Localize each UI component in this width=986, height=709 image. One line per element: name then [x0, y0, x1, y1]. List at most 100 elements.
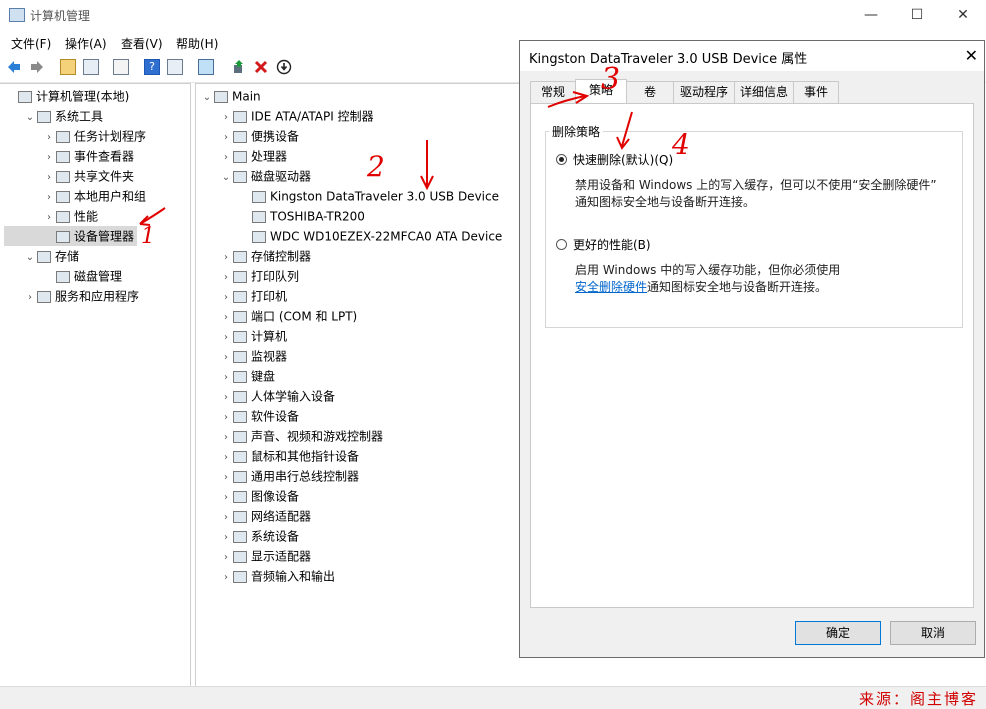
help-icon[interactable]: ?: [144, 59, 160, 75]
console-tree-item[interactable]: 计算机管理(本地): [4, 86, 188, 106]
action-pane-icon[interactable]: [167, 59, 183, 75]
update-driver-icon[interactable]: [231, 59, 247, 75]
device-tree-item[interactable]: › 计算机: [200, 326, 520, 346]
device-tree-item[interactable]: ⌄ Main: [200, 86, 520, 106]
expand-chevron-icon[interactable]: ›: [219, 568, 233, 588]
expand-chevron-icon[interactable]: ›: [219, 288, 233, 308]
better-performance-label[interactable]: 更好的性能(B): [573, 236, 651, 253]
device-tree-item[interactable]: › 处理器: [200, 146, 520, 166]
quick-removal-label[interactable]: 快速删除(默认)(Q): [573, 151, 673, 168]
console-tree-item[interactable]: › 共享文件夹: [4, 166, 188, 186]
dialog-close-button[interactable]: ✕: [965, 46, 978, 65]
device-tree-item[interactable]: TOSHIBA-TR200: [200, 206, 520, 226]
show-hide-tree-icon[interactable]: [83, 59, 99, 75]
properties-icon[interactable]: [113, 59, 129, 75]
scan-hardware-icon[interactable]: [198, 59, 214, 75]
device-tree-item[interactable]: › 监视器: [200, 346, 520, 366]
device-tree-item[interactable]: › 打印机: [200, 286, 520, 306]
expand-chevron-icon[interactable]: ›: [23, 288, 37, 308]
maximize-button[interactable]: ☐: [894, 0, 940, 30]
menu-help[interactable]: 帮助(H): [176, 35, 218, 52]
tab-volumes[interactable]: 卷: [626, 81, 674, 103]
expand-chevron-icon[interactable]: ›: [42, 148, 56, 168]
expand-chevron-icon[interactable]: ›: [219, 508, 233, 528]
collapse-chevron-icon[interactable]: ⌄: [200, 88, 214, 108]
console-tree-item[interactable]: 设备管理器: [4, 226, 138, 246]
console-tree-item[interactable]: ⌄ 存储: [4, 246, 188, 266]
device-tree-item[interactable]: › 打印队列: [200, 266, 520, 286]
back-arrow-icon[interactable]: [6, 59, 22, 75]
expand-chevron-icon[interactable]: ›: [42, 208, 56, 228]
better-performance-radio[interactable]: [556, 239, 567, 250]
device-tree-item[interactable]: › 音频输入和输出: [200, 566, 520, 586]
expand-chevron-icon[interactable]: ›: [219, 148, 233, 168]
expand-chevron-icon[interactable]: ›: [219, 248, 233, 268]
expand-chevron-icon[interactable]: ›: [219, 488, 233, 508]
cancel-button[interactable]: 取消: [890, 621, 976, 645]
device-tree-item[interactable]: › 声音、视频和游戏控制器: [200, 426, 520, 446]
menu-file[interactable]: 文件(F): [11, 35, 51, 52]
safely-remove-hardware-link[interactable]: 安全删除硬件: [575, 280, 647, 294]
console-tree-item[interactable]: › 性能: [4, 206, 188, 226]
expand-chevron-icon[interactable]: ›: [219, 328, 233, 348]
device-category-icon: [56, 270, 70, 283]
forward-arrow-icon[interactable]: [29, 59, 45, 75]
device-tree-item[interactable]: › IDE ATA/ATAPI 控制器: [200, 106, 520, 126]
device-tree-item[interactable]: Kingston DataTraveler 3.0 USB Device: [200, 186, 520, 206]
expand-chevron-icon[interactable]: ›: [219, 528, 233, 548]
quick-removal-radio[interactable]: [556, 154, 567, 165]
device-tree-item[interactable]: › 存储控制器: [200, 246, 520, 266]
minimize-button[interactable]: —: [848, 0, 894, 30]
expand-chevron-icon[interactable]: ›: [219, 408, 233, 428]
console-tree-item[interactable]: › 事件查看器: [4, 146, 188, 166]
expand-chevron-icon[interactable]: ›: [219, 448, 233, 468]
tab-driver[interactable]: 驱动程序: [673, 81, 735, 103]
expand-chevron-icon[interactable]: ›: [219, 548, 233, 568]
ok-button[interactable]: 确定: [795, 621, 881, 645]
collapse-chevron-icon[interactable]: ⌄: [219, 168, 233, 188]
device-tree-item[interactable]: › 通用串行总线控制器: [200, 466, 520, 486]
up-folder-icon[interactable]: [60, 59, 76, 75]
expand-chevron-icon[interactable]: ›: [219, 348, 233, 368]
close-button[interactable]: ✕: [940, 0, 986, 30]
expand-chevron-icon[interactable]: ›: [42, 188, 56, 208]
device-tree-item[interactable]: ⌄ 磁盘驱动器: [200, 166, 520, 186]
console-tree-label: 计算机管理(本地): [36, 89, 130, 104]
collapse-chevron-icon[interactable]: ⌄: [23, 108, 37, 128]
expand-chevron-icon[interactable]: ›: [219, 428, 233, 448]
status-bar: [0, 686, 986, 709]
tab-events[interactable]: 事件: [793, 81, 839, 103]
menu-action[interactable]: 操作(A): [65, 35, 107, 52]
expand-chevron-icon[interactable]: ›: [219, 108, 233, 128]
uninstall-x-icon[interactable]: [253, 59, 269, 75]
menu-view[interactable]: 查看(V): [121, 35, 163, 52]
device-tree-item[interactable]: WDC WD10EZEX-22MFCA0 ATA Device: [200, 226, 520, 246]
expand-chevron-icon[interactable]: ›: [219, 268, 233, 288]
device-tree-item[interactable]: › 图像设备: [200, 486, 520, 506]
console-tree-item[interactable]: › 本地用户和组: [4, 186, 188, 206]
console-tree-item[interactable]: 磁盘管理: [4, 266, 188, 286]
console-tree-item[interactable]: ⌄ 系统工具: [4, 106, 188, 126]
expand-chevron-icon[interactable]: ›: [42, 168, 56, 188]
collapse-chevron-icon[interactable]: ⌄: [23, 248, 37, 268]
tab-general[interactable]: 常规: [530, 81, 576, 103]
device-tree-item[interactable]: › 键盘: [200, 366, 520, 386]
expand-chevron-icon[interactable]: ›: [219, 128, 233, 148]
console-tree-item[interactable]: › 任务计划程序: [4, 126, 188, 146]
device-tree-item[interactable]: › 系统设备: [200, 526, 520, 546]
device-tree-item[interactable]: › 软件设备: [200, 406, 520, 426]
console-tree-item[interactable]: › 服务和应用程序: [4, 286, 188, 306]
expand-chevron-icon[interactable]: ›: [42, 128, 56, 148]
expand-chevron-icon[interactable]: ›: [219, 368, 233, 388]
device-tree-item[interactable]: › 便携设备: [200, 126, 520, 146]
device-tree-item[interactable]: › 端口 (COM 和 LPT): [200, 306, 520, 326]
expand-chevron-icon[interactable]: ›: [219, 308, 233, 328]
device-tree-item[interactable]: › 鼠标和其他指针设备: [200, 446, 520, 466]
device-tree-item[interactable]: › 人体学输入设备: [200, 386, 520, 406]
expand-chevron-icon[interactable]: ›: [219, 388, 233, 408]
tab-details[interactable]: 详细信息: [734, 81, 794, 103]
expand-chevron-icon[interactable]: ›: [219, 468, 233, 488]
disable-device-icon[interactable]: [276, 59, 292, 75]
device-tree-item[interactable]: › 网络适配器: [200, 506, 520, 526]
device-tree-item[interactable]: › 显示适配器: [200, 546, 520, 566]
